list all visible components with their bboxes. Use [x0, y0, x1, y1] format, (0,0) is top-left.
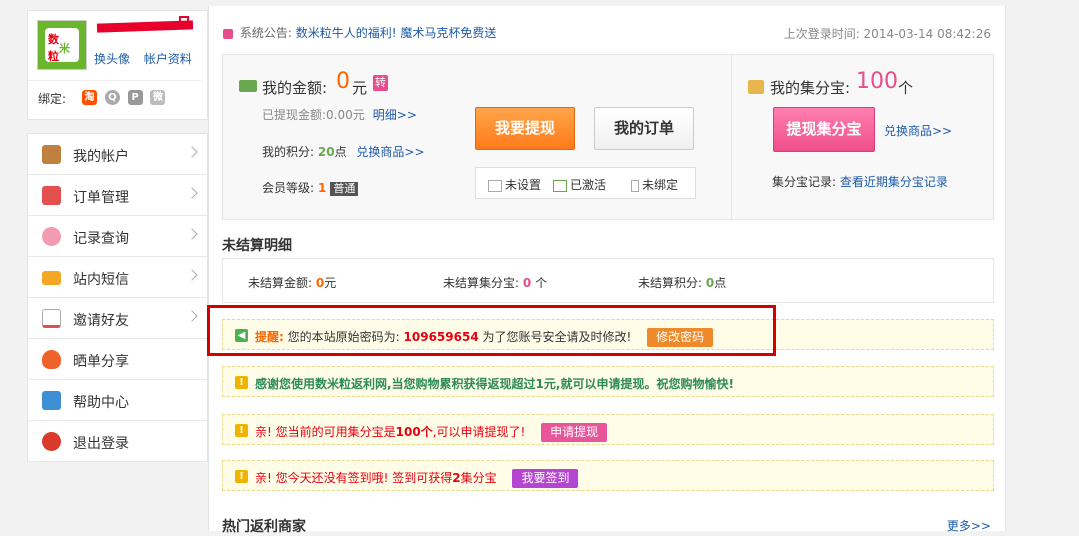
account-summary: 我的金额: 0 元 转 已提现金额:0.00元 明细>> 我的积分: 20点 兑换…	[222, 54, 995, 221]
transfer-badge[interactable]: 转	[373, 75, 388, 91]
account-info-link[interactable]: 帐户资料	[144, 52, 192, 66]
email-check-icon	[553, 179, 567, 192]
thanks-tip: ! 感谢您使用数米粒返利网,当您购物累积获得返现超过1元,就可以申请提现。祝您购…	[222, 366, 994, 397]
p-icon[interactable]: P	[127, 90, 143, 105]
order-icon	[42, 186, 61, 205]
left-column: 数 米 粒 换头像 帐户资料 绑定: 淘 Q P 微 我的帐户 订单管理 记录查…	[27, 10, 208, 462]
bind-label: 绑定:	[38, 92, 67, 106]
phone-icon	[631, 179, 639, 192]
sidebar-item-invite[interactable]: 邀请好友	[28, 298, 207, 339]
mail-icon	[42, 271, 61, 285]
qq-icon[interactable]: Q	[104, 90, 120, 105]
unsettled-points: 未结算积分: 0点	[638, 276, 727, 290]
avatar[interactable]: 数 米 粒	[37, 20, 87, 70]
chevron-right-icon	[186, 187, 198, 199]
heart-icon	[42, 350, 61, 369]
jifenbao-record-link[interactable]: 查看近期集分宝记录	[840, 175, 948, 189]
jifenbao-panel: 我的集分宝: 100 个 提现集分宝 兑换商品>> 集分宝记录: 查看近期集分宝…	[731, 55, 995, 221]
sidebar-item-records[interactable]: 记录查询	[28, 216, 207, 257]
warning-icon: !	[235, 470, 248, 483]
taobao-icon[interactable]: 淘	[82, 90, 97, 105]
exchange-goods-link[interactable]: 兑换商品>>	[356, 145, 424, 159]
hot-merchants-title: 热门返利商家	[222, 519, 306, 535]
unsettled-amount: 未结算金额: 0元	[248, 276, 337, 290]
unsettled-title: 未结算明细	[222, 238, 292, 254]
help-icon	[42, 391, 61, 410]
coins-icon	[748, 80, 764, 94]
main-panel: 系统公告: 数米粒牛人的福利! 魔术马克杯免费送 上次登录时间: 2014-03…	[208, 6, 1006, 535]
warning-icon: !	[235, 424, 248, 437]
my-orders-button[interactable]: 我的订单	[594, 107, 694, 150]
bind-row: 绑定: 淘 Q P 微	[28, 80, 201, 111]
last-login-time: 上次登录时间: 2014-03-14 08:42:26	[783, 27, 991, 41]
profile-links: 换头像 帐户资料	[94, 50, 202, 67]
id-card-icon	[488, 179, 502, 192]
jifenbao-tip: ! 亲! 您当前的可用集分宝是100个,可以申请提现了! 申请提现	[222, 414, 994, 445]
jifenbao-value: 100	[856, 69, 898, 94]
notice-link[interactable]: 数米粒牛人的福利! 魔术马克杯免费送	[296, 26, 497, 40]
user-icon	[42, 145, 61, 164]
unsettled-summary: 未结算金额: 0元 未结算集分宝: 0 个 未结算积分: 0点	[222, 258, 994, 303]
power-icon	[42, 432, 61, 451]
sidebar-item-share[interactable]: 晒单分享	[28, 339, 207, 380]
apply-withdraw-button[interactable]: 申请提现	[541, 423, 608, 442]
username-redacted-end	[179, 16, 189, 29]
money-icon	[239, 80, 257, 92]
weibo-icon[interactable]: 微	[150, 90, 166, 105]
jifenbao-record: 集分宝记录: 查看近期集分宝记录	[772, 175, 948, 189]
chevron-right-icon	[186, 228, 198, 240]
warning-icon: !	[235, 376, 248, 389]
money-value: 0	[336, 69, 350, 94]
signin-tip: ! 亲! 您今天还没有签到哦! 签到可获得2集分宝 我要签到	[222, 460, 994, 491]
speaker-icon	[223, 28, 233, 39]
detail-link[interactable]: 明细>>	[373, 108, 417, 122]
signin-button[interactable]: 我要签到	[512, 469, 579, 488]
withdraw-button[interactable]: 我要提现	[475, 107, 575, 150]
member-level: 会员等级: 1 普通	[262, 179, 359, 196]
sidebar-item-messages[interactable]: 站内短信	[28, 257, 207, 298]
chevron-right-icon	[186, 310, 198, 322]
level-badge: 普通	[330, 181, 359, 196]
status-unbound[interactable]: 未绑定	[631, 176, 678, 193]
withdraw-jifenbao-button[interactable]: 提现集分宝	[773, 107, 875, 152]
chevron-right-icon	[186, 269, 198, 281]
more-link[interactable]: 更多>>	[947, 517, 991, 534]
withdrawn-amount: 已提现金额:0.00元 明细>>	[262, 108, 417, 122]
status-unset[interactable]: 未设置	[488, 176, 541, 193]
change-avatar-link[interactable]: 换头像	[94, 52, 130, 66]
sidebar-item-help[interactable]: 帮助中心	[28, 380, 207, 421]
sidebar-item-logout[interactable]: 退出登录	[28, 421, 207, 462]
jifenbao-exchange-link[interactable]: 兑换商品>>	[884, 122, 952, 139]
unsettled-jifenbao: 未结算集分宝: 0 个	[443, 276, 548, 290]
chart-icon	[42, 309, 61, 328]
annotation-highlight-box	[207, 305, 776, 356]
system-notice: 系统公告: 数米粒牛人的福利! 魔术马克杯免费送	[223, 24, 496, 41]
security-status: 未设置 已激活 未绑定	[475, 167, 696, 199]
status-activated[interactable]: 已激活	[553, 176, 606, 193]
piggy-icon	[42, 227, 61, 246]
sidebar-menu: 我的帐户 订单管理 记录查询 站内短信 邀请好友 晒单分享 帮助中心 退出登录	[27, 133, 208, 462]
sidebar-item-orders[interactable]: 订单管理	[28, 175, 207, 216]
profile-card: 数 米 粒 换头像 帐户资料 绑定: 淘 Q P 微	[27, 10, 208, 120]
my-points: 我的积分: 20点 兑换商品>>	[262, 145, 425, 159]
chevron-right-icon	[186, 146, 198, 158]
sidebar-item-my-account[interactable]: 我的帐户	[28, 134, 207, 175]
